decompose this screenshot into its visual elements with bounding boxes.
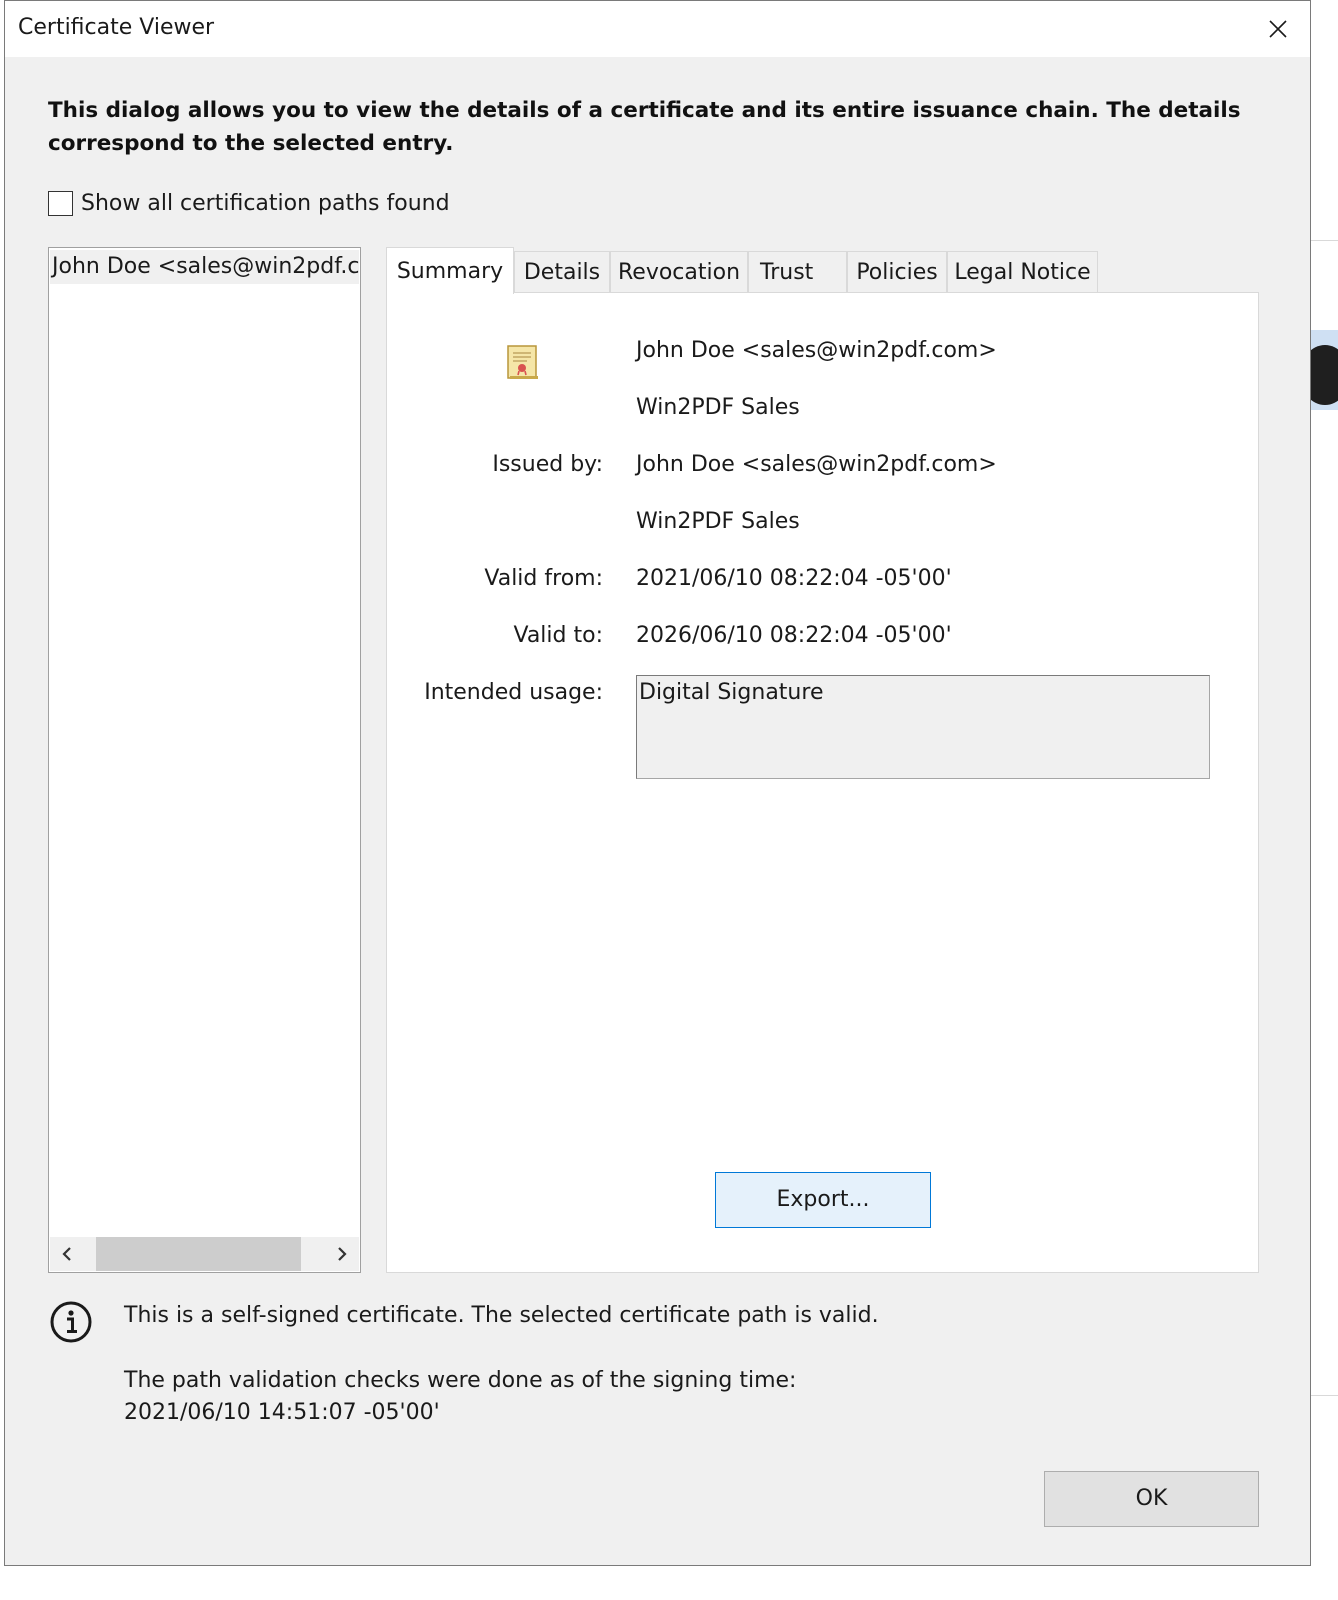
certificate-viewer-dialog: Certificate Viewer This dialog allows yo… [4,0,1311,1566]
tab-trust[interactable]: Trust [748,251,847,293]
valid-to-value: 2026/06/10 08:22:04 -05'00' [636,623,952,648]
tab-policies[interactable]: Policies [847,251,947,293]
scroll-right-button[interactable] [325,1237,359,1271]
valid-from-value: 2021/06/10 08:22:04 -05'00' [636,566,952,591]
status-message: This is a self-signed certificate. The s… [124,1303,879,1328]
show-all-paths-label: Show all certification paths found [81,190,450,216]
subject-name: John Doe <sales@win2pdf.com> [636,338,997,363]
tab-summary[interactable]: Summary [386,247,514,294]
tab-revocation[interactable]: Revocation [610,251,748,293]
scroll-left-button[interactable] [50,1237,84,1271]
certificate-chain-tree[interactable]: John Doe <sales@win2pdf.co [48,247,361,1273]
ok-button[interactable]: OK [1044,1471,1259,1527]
info-icon [50,1301,92,1343]
tab-legal-notice[interactable]: Legal Notice [947,251,1098,293]
valid-from-label: Valid from: [484,566,603,591]
chevron-right-icon [338,1247,347,1261]
close-button[interactable] [1246,1,1310,57]
issuer-name: John Doe <sales@win2pdf.com> [636,452,997,477]
intended-usage-label: Intended usage: [424,680,603,705]
intro-text: This dialog allows you to view the detai… [48,98,1241,156]
show-all-paths-option[interactable]: Show all certification paths found [48,189,450,217]
tree-item-certificate[interactable]: John Doe <sales@win2pdf.co [50,250,359,284]
background-app-strip [1311,0,1338,1600]
scrollbar-thumb[interactable] [96,1237,301,1271]
issued-by-label: Issued by: [492,452,603,477]
chevron-left-icon [62,1247,71,1261]
certificate-icon [507,345,538,379]
valid-to-label: Valid to: [513,623,603,648]
window-title: Certificate Viewer [18,15,215,40]
subject-organization: Win2PDF Sales [636,395,800,420]
export-button[interactable]: Export... [715,1172,931,1228]
close-icon [1269,20,1287,38]
validation-time-value: 2021/06/10 14:51:07 -05'00' [124,1400,440,1425]
tab-details[interactable]: Details [514,251,610,293]
summary-panel: John Doe <sales@win2pdf.com> Win2PDF Sal… [386,292,1259,1273]
title-bar: Certificate Viewer [5,1,1310,57]
validation-time-label: The path validation checks were done as … [124,1368,797,1393]
intended-usage-box[interactable]: Digital Signature [636,675,1210,779]
show-all-paths-checkbox[interactable] [48,190,73,216]
issuer-organization: Win2PDF Sales [636,509,800,534]
horizontal-scrollbar[interactable] [50,1237,359,1271]
